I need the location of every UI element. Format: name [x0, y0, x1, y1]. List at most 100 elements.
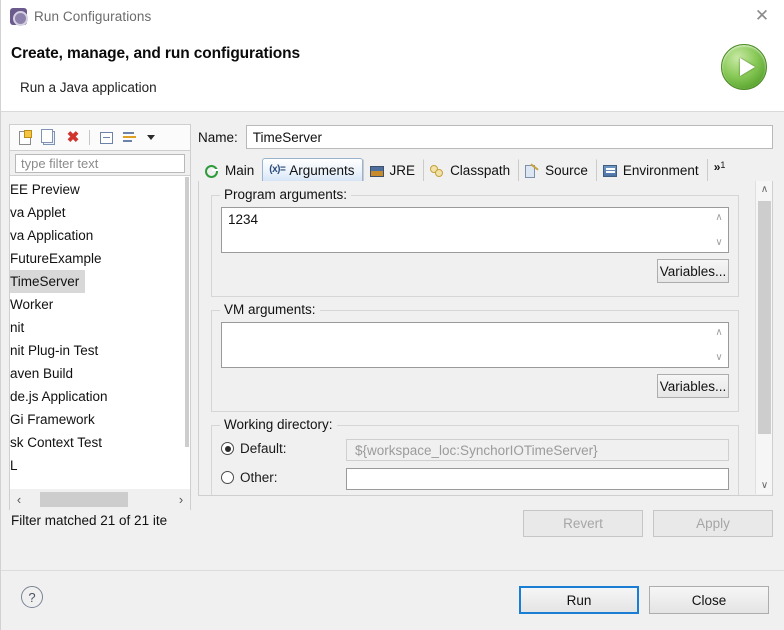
run-configurations-icon	[10, 7, 28, 26]
working-directory-default-label: Default:	[240, 441, 287, 456]
revert-button[interactable]: Revert	[523, 510, 643, 537]
tab-label: Main	[225, 163, 255, 178]
list-item[interactable]: nit Plug-in Test	[10, 339, 190, 362]
list-item[interactable]: EE Preview	[10, 178, 190, 201]
arguments-tab-icon: (x)=	[269, 164, 286, 175]
environment-tab-icon	[602, 164, 619, 178]
scroll-up-icon[interactable]: ∧	[756, 181, 772, 198]
list-item[interactable]: TimeServer	[10, 270, 86, 293]
view-menu-arrow-icon[interactable]	[147, 135, 155, 140]
tab-label: Source	[545, 163, 588, 178]
list-item[interactable]: nit	[10, 316, 190, 339]
tab-arguments[interactable]: (x)= Arguments	[262, 158, 363, 182]
tab-environment[interactable]: Environment	[595, 159, 707, 181]
dialog-body: ✖ type filter text EE Preview va Applet va…	[1, 112, 784, 570]
configurations-panel: ✖ type filter text EE Preview va Applet va…	[9, 124, 191, 549]
vm-arguments-group: VM arguments: ∧ ∨ Variables...	[211, 302, 739, 412]
tab-content-scrollbar[interactable]: ∧ ∨	[755, 181, 772, 494]
window-title: Run Configurations	[34, 8, 152, 24]
new-configuration-icon[interactable]	[14, 128, 36, 148]
working-directory-other-label: Other:	[240, 470, 278, 485]
hscroll-track[interactable]	[28, 490, 172, 509]
list-item[interactable]: L	[10, 454, 190, 477]
configurations-tree[interactable]: EE Preview va Applet va Application FutureE…	[9, 175, 191, 489]
help-icon[interactable]: ?	[21, 586, 43, 608]
tab-bar: Main (x)= Arguments JRE Classpath Source Envir…	[198, 158, 773, 182]
tab-label: Arguments	[289, 162, 355, 178]
close-button[interactable]: Close	[649, 586, 769, 614]
classpath-tab-icon	[430, 164, 446, 178]
chevron-down-icon[interactable]: ∨	[715, 352, 722, 363]
list-item[interactable]: va Application	[10, 224, 190, 247]
collapse-all-icon[interactable]	[95, 128, 117, 148]
title-bar: Run Configurations ✕	[1, 0, 784, 32]
arguments-tab-panel: Program arguments: 1234 ∧ ∨ Variables...…	[198, 181, 773, 496]
list-item[interactable]: FutureExample	[10, 247, 190, 270]
working-directory-other-path[interactable]	[346, 468, 729, 490]
list-item[interactable]: Gi Framework	[10, 408, 190, 431]
close-icon[interactable]: ✕	[739, 0, 784, 32]
dialog-footer: ? Run Close	[1, 570, 784, 630]
filter-status-text: Filter matched 21 of 21 ite	[11, 513, 168, 528]
program-arguments-value: 1234	[228, 212, 259, 227]
duplicate-configuration-icon[interactable]	[38, 128, 60, 148]
filter-text-input[interactable]: type filter text	[15, 154, 185, 173]
source-tab-icon	[525, 164, 541, 178]
tab-overflow-chevron-icon[interactable]: » 1	[706, 159, 732, 181]
configurations-tree-horizontal-scrollbar[interactable]: ‹ ›	[9, 489, 191, 510]
program-arguments-group: Program arguments: 1234 ∧ ∨ Variables...	[211, 187, 739, 297]
chevron-down-icon[interactable]: ∨	[715, 237, 722, 248]
tab-classpath[interactable]: Classpath	[423, 159, 518, 181]
jre-tab-icon	[369, 164, 386, 178]
chevron-up-icon[interactable]: ∧	[715, 212, 722, 223]
name-row: Name: TimeServer	[198, 124, 773, 150]
tab-source[interactable]: Source	[518, 159, 596, 181]
tab-label: Classpath	[450, 163, 511, 178]
name-label: Name:	[198, 129, 238, 145]
working-directory-default-path: ${workspace_loc:SynchorIOTimeServer}	[346, 439, 729, 461]
program-arguments-textarea[interactable]: 1234 ∧ ∨	[221, 207, 729, 253]
chevron-up-icon[interactable]: ∧	[715, 327, 722, 338]
name-input[interactable]: TimeServer	[245, 125, 773, 149]
scrollbar-thumb[interactable]	[758, 201, 771, 434]
main-tab-icon	[205, 164, 221, 178]
hscroll-thumb[interactable]	[40, 492, 128, 507]
run-configurations-dialog: Run Configurations ✕ Create, manage, and…	[0, 0, 784, 630]
tab-main[interactable]: Main	[198, 159, 262, 181]
configurations-toolbar: ✖	[9, 124, 191, 150]
working-directory-default-radio-row[interactable]: Default:	[221, 441, 287, 456]
green-run-play-icon	[721, 44, 767, 90]
configurations-tree-inner: EE Preview va Applet va Application FutureE…	[10, 176, 190, 477]
filter-configurations-icon[interactable]	[119, 128, 141, 148]
list-item[interactable]: va Applet	[10, 201, 190, 224]
tab-jre[interactable]: JRE	[362, 159, 424, 181]
page-subtitle: Run a Java application	[20, 80, 157, 95]
vm-arguments-textarea[interactable]: ∧ ∨	[221, 322, 729, 368]
filter-row: type filter text	[9, 150, 191, 175]
apply-actions-row: Revert Apply	[198, 510, 773, 540]
vm-arguments-variables-button[interactable]: Variables...	[657, 374, 729, 398]
list-item[interactable]: aven Build	[10, 362, 190, 385]
scroll-left-icon[interactable]: ‹	[10, 490, 28, 509]
scroll-right-icon[interactable]: ›	[172, 490, 190, 509]
list-item[interactable]: Worker	[10, 293, 190, 316]
list-item[interactable]: sk Context Test	[10, 431, 190, 454]
working-directory-other-radio-row[interactable]: Other:	[221, 470, 278, 485]
scroll-down-icon[interactable]: ∨	[756, 477, 772, 494]
delete-configuration-icon[interactable]: ✖	[62, 128, 84, 148]
configurations-tree-vertical-scrollbar[interactable]	[185, 177, 189, 447]
apply-button[interactable]: Apply	[653, 510, 773, 537]
page-title: Create, manage, and run configurations	[11, 45, 301, 62]
radio-default-icon[interactable]	[221, 442, 234, 455]
vm-arguments-scroll[interactable]: ∧ ∨	[711, 324, 727, 366]
tab-label: JRE	[389, 163, 416, 178]
list-item[interactable]: de.js Application	[10, 385, 190, 408]
run-button[interactable]: Run	[519, 586, 639, 614]
radio-other-icon[interactable]	[221, 471, 234, 484]
tab-label: Environment	[622, 163, 699, 178]
program-arguments-scroll[interactable]: ∧ ∨	[711, 209, 727, 251]
program-arguments-label: Program arguments:	[220, 187, 352, 202]
dialog-header: Create, manage, and run configurations R…	[1, 32, 784, 112]
tab-overflow-count: 1	[720, 160, 726, 170]
program-arguments-variables-button[interactable]: Variables...	[657, 259, 729, 283]
